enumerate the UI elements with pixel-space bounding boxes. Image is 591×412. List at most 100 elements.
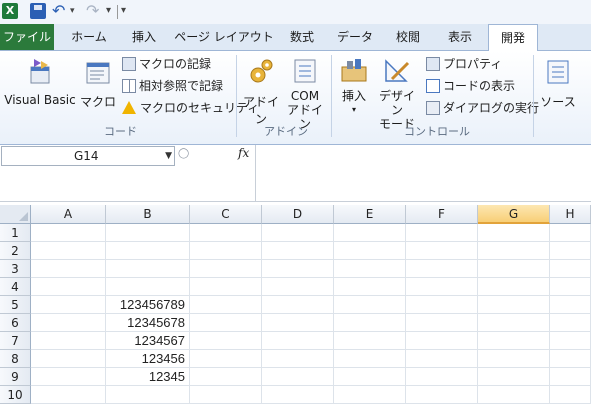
cell-d1[interactable] (262, 224, 334, 242)
cell-h1[interactable] (550, 224, 591, 242)
cell-d4[interactable] (262, 278, 334, 296)
cell-g10[interactable] (478, 386, 550, 404)
drag-handle-icon[interactable]: ◯ (178, 148, 189, 162)
select-all-corner[interactable] (0, 205, 31, 224)
cell-b1[interactable] (106, 224, 190, 242)
column-header-d[interactable]: D (262, 205, 334, 224)
cell-d7[interactable] (262, 332, 334, 350)
fx-icon[interactable]: fx (238, 146, 249, 160)
cell-d6[interactable] (262, 314, 334, 332)
tab-page-layout[interactable]: ページ レイアウト (172, 24, 276, 50)
row-header[interactable]: 6 (0, 314, 31, 332)
cell-b4[interactable] (106, 278, 190, 296)
formula-input[interactable] (255, 145, 591, 202)
view-code-button[interactable]: コードの表示 (426, 76, 515, 96)
tab-review[interactable]: 校閲 (386, 24, 430, 50)
cell-h3[interactable] (550, 260, 591, 278)
cell-g3[interactable] (478, 260, 550, 278)
cell-f7[interactable] (406, 332, 478, 350)
cell-h2[interactable] (550, 242, 591, 260)
cell-d10[interactable] (262, 386, 334, 404)
column-header-e[interactable]: E (334, 205, 406, 224)
row-header[interactable]: 7 (0, 332, 31, 350)
cell-g6[interactable] (478, 314, 550, 332)
cell-e5[interactable] (334, 296, 406, 314)
cell-e1[interactable] (334, 224, 406, 242)
macro-security-button[interactable]: マクロのセキュリティ (122, 98, 259, 118)
cell-a3[interactable] (31, 260, 106, 278)
tab-data[interactable]: データ (330, 24, 380, 50)
tab-insert[interactable]: 挿入 (122, 24, 166, 50)
cell-b2[interactable] (106, 242, 190, 260)
cell-e7[interactable] (334, 332, 406, 350)
cell-d8[interactable] (262, 350, 334, 368)
cell-e3[interactable] (334, 260, 406, 278)
tab-home[interactable]: ホーム (62, 24, 116, 50)
cell-f4[interactable] (406, 278, 478, 296)
column-header-f[interactable]: F (406, 205, 478, 224)
cell-c6[interactable] (190, 314, 262, 332)
cell-h5[interactable] (550, 296, 591, 314)
cell-a6[interactable] (31, 314, 106, 332)
cell-a2[interactable] (31, 242, 106, 260)
cell-a10[interactable] (31, 386, 106, 404)
save-icon[interactable] (30, 3, 46, 19)
properties-button[interactable]: プロパティ (426, 54, 502, 74)
column-header-a[interactable]: A (31, 205, 106, 224)
row-header[interactable]: 4 (0, 278, 31, 296)
row-header[interactable]: 8 (0, 350, 31, 368)
row-header[interactable]: 9 (0, 368, 31, 386)
cell-d3[interactable] (262, 260, 334, 278)
column-header-b[interactable]: B (106, 205, 190, 224)
undo-dropdown-icon[interactable]: ▾ (70, 3, 86, 19)
cell-c8[interactable] (190, 350, 262, 368)
relative-ref-button[interactable]: 相対参照で記録 (122, 76, 223, 96)
design-mode-button[interactable]: デザイン モード (374, 55, 420, 131)
row-header[interactable]: 1 (0, 224, 31, 242)
undo-icon[interactable]: ↶ (52, 3, 68, 19)
record-macro-button[interactable]: マクロの記録 (122, 54, 211, 74)
cell-c3[interactable] (190, 260, 262, 278)
run-dialog-button[interactable]: ダイアログの実行 (426, 98, 539, 118)
cell-c2[interactable] (190, 242, 262, 260)
visual-basic-button[interactable]: Visual Basic (4, 55, 76, 115)
cell-e9[interactable] (334, 368, 406, 386)
cell-h10[interactable] (550, 386, 591, 404)
source-button[interactable]: ソース (538, 55, 578, 115)
cell-f1[interactable] (406, 224, 478, 242)
cell-e8[interactable] (334, 350, 406, 368)
com-addin-button[interactable]: COM アドイン (284, 55, 326, 131)
cell-h8[interactable] (550, 350, 591, 368)
cell-c10[interactable] (190, 386, 262, 404)
cell-g8[interactable] (478, 350, 550, 368)
cell-b7[interactable]: 1234567 (106, 332, 190, 350)
cell-c7[interactable] (190, 332, 262, 350)
cell-a7[interactable] (31, 332, 106, 350)
cell-g7[interactable] (478, 332, 550, 350)
tab-developer[interactable]: 開発 (488, 24, 538, 52)
chevron-down-icon[interactable]: ▼ (165, 147, 172, 165)
cell-f5[interactable] (406, 296, 478, 314)
cell-b9[interactable]: 12345 (106, 368, 190, 386)
cell-g5[interactable] (478, 296, 550, 314)
customize-qat-icon[interactable]: ▾ (121, 3, 137, 19)
row-header[interactable]: 3 (0, 260, 31, 278)
column-header-c[interactable]: C (190, 205, 262, 224)
cell-d2[interactable] (262, 242, 334, 260)
cell-a5[interactable] (31, 296, 106, 314)
row-header[interactable]: 2 (0, 242, 31, 260)
cell-h4[interactable] (550, 278, 591, 296)
redo-icon[interactable]: ↷ (86, 3, 102, 19)
column-header-g[interactable]: G (478, 205, 550, 224)
cell-c1[interactable] (190, 224, 262, 242)
cell-a4[interactable] (31, 278, 106, 296)
cell-f3[interactable] (406, 260, 478, 278)
row-header[interactable]: 10 (0, 386, 31, 404)
insert-control-button[interactable]: 挿入 ▾ (336, 55, 372, 119)
cell-e4[interactable] (334, 278, 406, 296)
column-header-h[interactable]: H (550, 205, 591, 224)
cell-g2[interactable] (478, 242, 550, 260)
cell-e6[interactable] (334, 314, 406, 332)
cell-a9[interactable] (31, 368, 106, 386)
cell-e10[interactable] (334, 386, 406, 404)
